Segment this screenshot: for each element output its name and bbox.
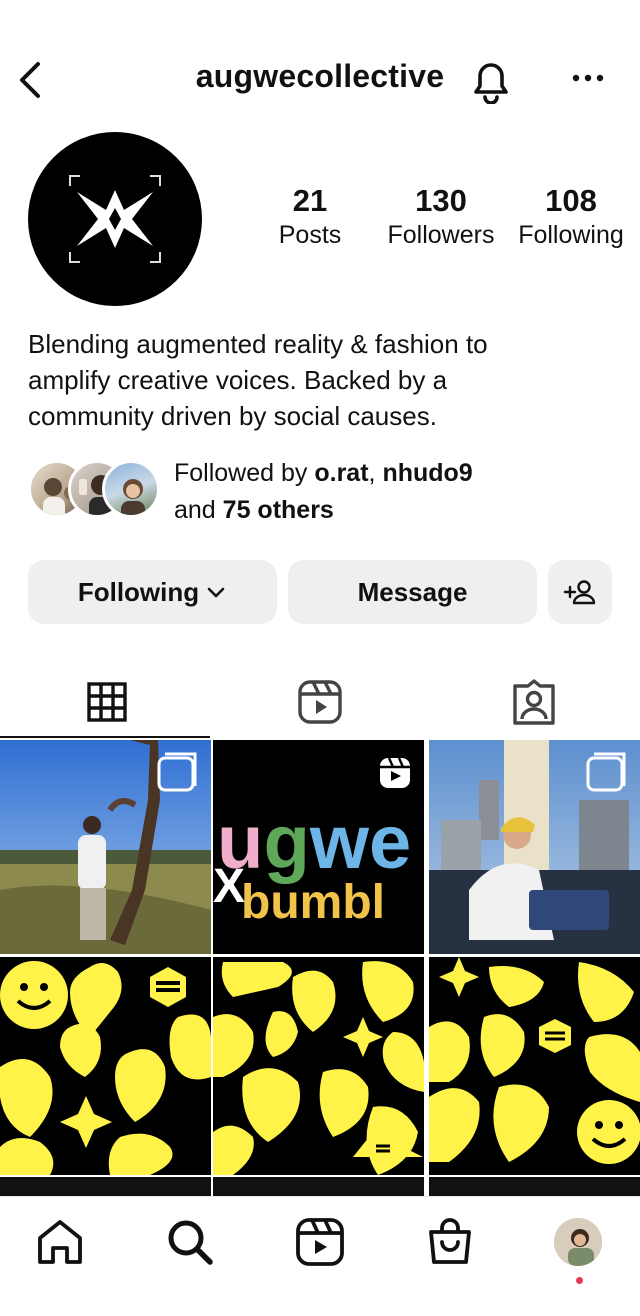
tab-reels[interactable] <box>213 666 426 738</box>
hearts-pattern <box>0 961 211 1175</box>
post-photo-field <box>0 740 211 954</box>
reels-icon <box>296 1218 344 1266</box>
nav-search[interactable] <box>164 1216 216 1268</box>
post-thumbnail[interactable] <box>213 957 424 1175</box>
tagged-person-icon <box>512 679 555 725</box>
svg-text:bumbl: bumbl <box>241 876 385 929</box>
posts-label: Posts <box>278 221 342 249</box>
following-button[interactable]: Following <box>28 560 277 624</box>
followers-stat[interactable]: 130 Followers <box>382 182 500 250</box>
more-options-button[interactable] <box>566 66 610 90</box>
hearts-pattern <box>429 957 640 1164</box>
post-thumbnail[interactable] <box>429 957 640 1175</box>
nav-profile[interactable] <box>554 1218 602 1266</box>
post-thumbnail[interactable] <box>213 1177 424 1196</box>
nav-home[interactable] <box>34 1216 86 1268</box>
home-icon <box>38 1220 82 1264</box>
chevron-down-icon <box>207 587 225 598</box>
nav-shop[interactable] <box>424 1216 476 1268</box>
profile-username: augwecollective <box>195 58 445 94</box>
reel-title-text: ugwe <box>217 800 411 885</box>
followers-label: Followers <box>387 221 495 249</box>
post-thumbnail[interactable]: ugwe X bumbl <box>213 740 424 954</box>
profile-bio: Blending augmented reality & fashion to … <box>28 326 608 434</box>
reels-icon <box>297 680 342 724</box>
search-icon <box>168 1220 213 1265</box>
post-photo-window <box>429 740 640 954</box>
post-thumbnail[interactable] <box>429 1177 640 1196</box>
suggest-people-button[interactable] <box>548 560 612 624</box>
reels-badge-icon <box>380 757 410 788</box>
add-person-icon <box>563 580 596 605</box>
and-text: and <box>174 496 223 524</box>
posts-count: 21 <box>292 183 328 218</box>
nav-reels[interactable] <box>294 1216 346 1268</box>
followers-count: 130 <box>415 183 467 218</box>
message-button-label: Message <box>357 576 468 607</box>
bio-line: Blending augmented reality & fashion to <box>28 329 488 359</box>
hearts-pattern <box>213 961 424 1175</box>
post-thumbnail[interactable] <box>0 1177 211 1196</box>
grid-icon <box>86 682 127 722</box>
posts-stat[interactable]: 21 Posts <box>268 182 352 250</box>
mutual-user-link[interactable]: nhudo9 <box>382 459 472 487</box>
tab-tagged[interactable] <box>427 666 640 738</box>
message-button[interactable]: Message <box>288 560 537 624</box>
tab-posts-grid[interactable] <box>0 666 213 738</box>
bell-icon <box>474 63 508 105</box>
notifications-button[interactable] <box>468 56 514 105</box>
bio-line: amplify creative voices. Backed by a <box>28 365 448 395</box>
post-thumbnail[interactable] <box>0 957 211 1175</box>
following-count: 108 <box>545 183 597 218</box>
augwe-logo-icon <box>69 175 161 263</box>
post-thumbnail[interactable] <box>0 740 211 954</box>
more-icon <box>572 74 604 82</box>
active-tab-indicator <box>0 736 210 738</box>
follower-avatar[interactable] <box>102 460 160 518</box>
followed-by-prefix: Followed by <box>174 459 315 487</box>
mutual-user-link[interactable]: o.rat <box>314 459 368 487</box>
following-button-label: Following <box>77 576 200 607</box>
reel-cover: ugwe X bumbl <box>213 757 411 929</box>
others-link[interactable]: 75 others <box>223 496 334 524</box>
separator: , <box>368 459 383 487</box>
bio-line: community driven by social causes. <box>28 401 437 431</box>
shopping-bag-icon <box>429 1218 471 1264</box>
notification-dot <box>576 1277 583 1284</box>
followed-by-text[interactable]: Followed by o.rat, nhudo9 and 75 others <box>174 455 473 529</box>
profile-avatar[interactable] <box>28 132 202 306</box>
profile-avatar-icon <box>554 1218 602 1266</box>
following-stat[interactable]: 108 Following <box>512 182 630 250</box>
following-label: Following <box>518 221 624 249</box>
post-thumbnail[interactable] <box>429 740 640 954</box>
